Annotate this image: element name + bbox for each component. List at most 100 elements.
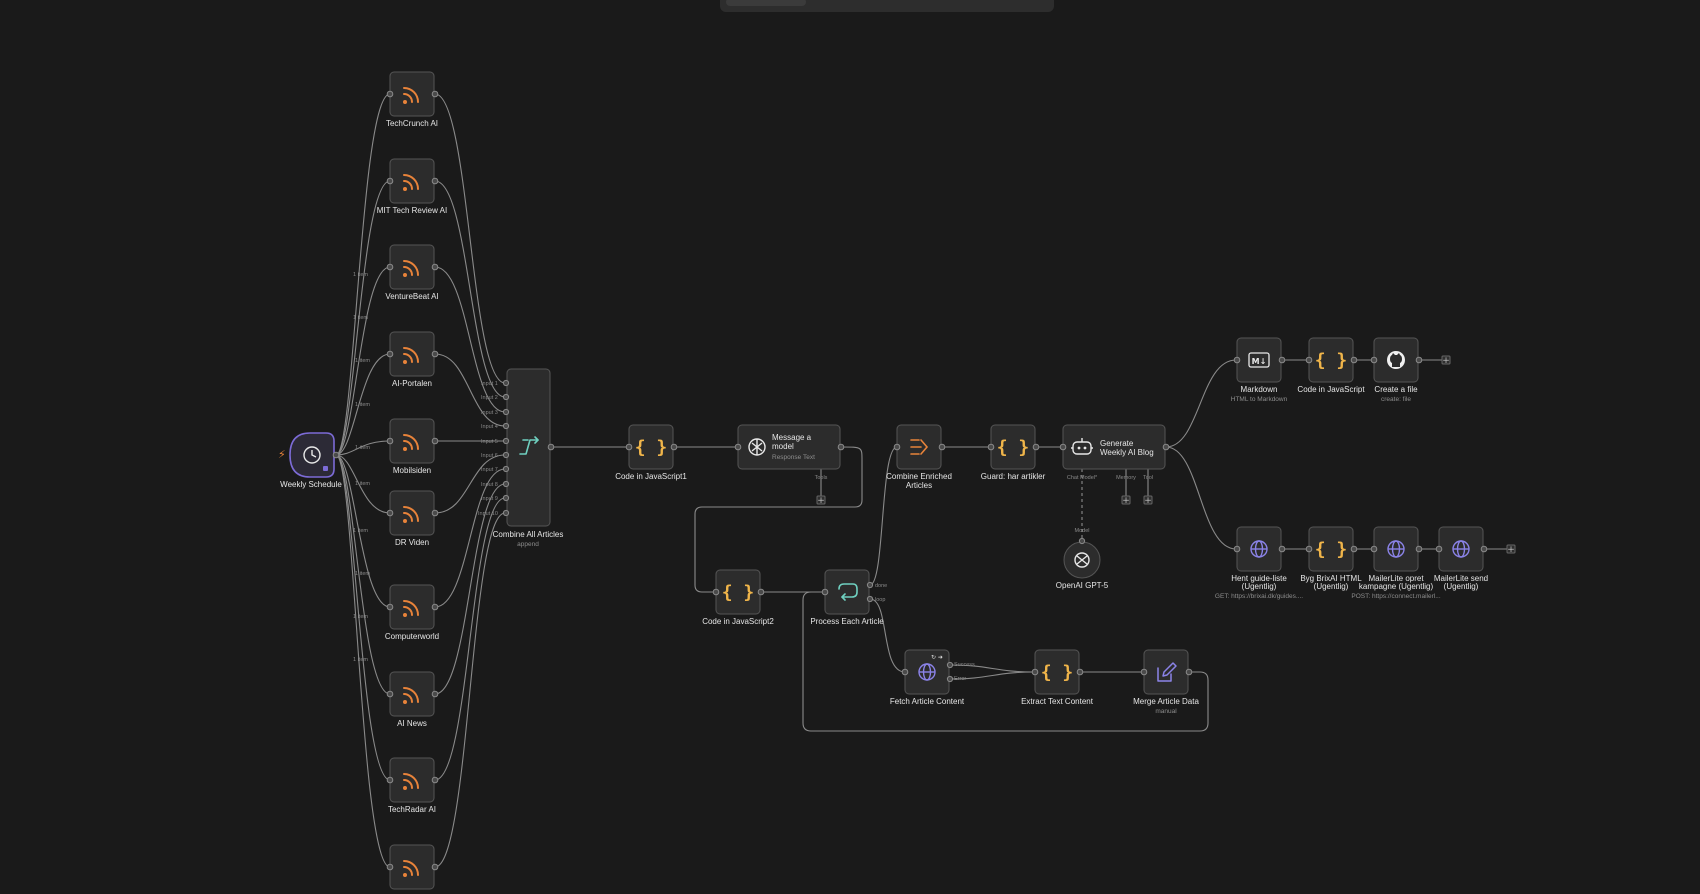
node-guard-har-artikler[interactable]: { } Guard: har artikler xyxy=(981,424,1046,481)
node-extract-text-content[interactable]: { } Extract Text Content xyxy=(1021,649,1094,706)
input-label: Input 10 xyxy=(478,511,498,517)
edge-model-label: Model xyxy=(1075,528,1090,534)
edge-item-label: 1 item xyxy=(355,445,370,451)
node-sublabel: HTML to Markdown xyxy=(1231,396,1288,403)
add-memory-button[interactable]: + xyxy=(1121,495,1131,506)
input-label: Input 2 xyxy=(481,395,498,401)
node-label: MIT Tech Review AI xyxy=(377,206,447,215)
node-feed-ai-news[interactable]: AI News xyxy=(386,671,439,728)
node-label: TechRadar AI xyxy=(388,805,436,814)
node-feed-techcrunch[interactable]: TechCrunch AI xyxy=(386,71,439,128)
input-label: Input 1 xyxy=(481,381,498,387)
node-label: AI News xyxy=(397,719,427,728)
input-label: Input 8 xyxy=(481,482,498,488)
node-label: Computerworld xyxy=(385,632,439,641)
node-label: TechCrunch AI xyxy=(386,119,438,128)
plus-icon: + xyxy=(1507,545,1515,555)
node-label: Code in JavaScript xyxy=(1297,385,1365,394)
port-label: Memory xyxy=(1116,475,1136,481)
edge-item-label: 1 item xyxy=(353,657,368,663)
node-label: Create a file xyxy=(1374,385,1418,394)
node-feed-venturebeat[interactable]: VentureBeat AI xyxy=(385,244,439,301)
edge-item-label: 1 item xyxy=(355,402,370,408)
rss-feeds: TechCrunch AI MIT Tech Review AI Venture… xyxy=(377,71,447,890)
node-label: (Ugentlig) xyxy=(1314,582,1349,591)
node-mailerlite-opret-kampagne[interactable]: MailerLite opret kampagne (Ugentlig) POS… xyxy=(1351,526,1441,600)
node-label: Code in JavaScript1 xyxy=(615,472,687,481)
node-openai-gpt5[interactable]: OpenAI GPT-5 xyxy=(1056,537,1109,590)
merge-inputs: Input 1 Input 2 Input 3 Input 4 Input 5 … xyxy=(478,379,510,517)
node-markdown[interactable]: M↓ Markdown HTML to Markdown xyxy=(1231,337,1288,403)
node-label: (Ugentlig) xyxy=(1242,582,1277,591)
port-label: Tool xyxy=(1143,475,1153,481)
add-node-button[interactable]: + xyxy=(1441,355,1451,366)
node-label: AI-Portalen xyxy=(392,379,432,388)
node-feed-mobilsiden[interactable]: Mobilsiden xyxy=(386,418,439,475)
edge-item-label: 1 item xyxy=(353,528,368,534)
trigger-bolt-icon: ⚡ xyxy=(278,448,286,461)
edge-item-label: 1 item xyxy=(353,614,368,620)
node-generate-weekly-ai-blog[interactable]: Generate Weekly AI Blog Chat Model* Memo… xyxy=(1059,424,1170,481)
node-sublabel: manual xyxy=(1155,708,1177,715)
add-tool-button[interactable]: + xyxy=(1143,495,1153,506)
node-label: Process Each Article xyxy=(810,617,884,626)
input-label: Input 6 xyxy=(481,453,498,459)
node-label: DR Viden xyxy=(395,538,429,547)
code-braces-icon: { } xyxy=(1041,662,1074,683)
node-process-each-article[interactable]: done loop Process Each Article xyxy=(810,569,887,626)
node-label: Weekly Schedule xyxy=(280,480,342,489)
plus-icon: + xyxy=(1442,356,1450,366)
node-label: Combine All Articles xyxy=(493,530,564,539)
node-feed-ai-portalen[interactable]: AI-Portalen xyxy=(386,331,439,388)
port-label: Chat Model* xyxy=(1067,475,1098,481)
node-combine-all-articles[interactable]: Input 1 Input 2 Input 3 Input 4 Input 5 … xyxy=(478,368,564,548)
node-weekly-schedule[interactable]: ⚡ Weekly Schedule xyxy=(278,432,342,489)
node-feed-last[interactable] xyxy=(386,844,439,890)
add-node-button[interactable]: + xyxy=(1506,544,1516,555)
add-tool-button[interactable]: + xyxy=(816,495,826,506)
node-message-a-model[interactable]: Message a model Response Text Tools xyxy=(734,424,845,481)
node-sublabel: create: file xyxy=(1381,396,1411,403)
code-braces-icon: { } xyxy=(1315,539,1348,560)
node-create-a-file[interactable]: Create a file create: file xyxy=(1370,337,1423,403)
input-label: Input 4 xyxy=(481,424,498,430)
node-label: Fetch Article Content xyxy=(890,697,965,706)
code-braces-icon: { } xyxy=(997,437,1030,458)
node-label: OpenAI GPT-5 xyxy=(1056,581,1109,590)
node-feed-computerworld[interactable]: Computerworld xyxy=(385,584,439,641)
node-label: Weekly AI Blog xyxy=(1100,448,1154,457)
node-feed-dr-viden[interactable]: DR Viden xyxy=(386,490,439,547)
node-fetch-article-content[interactable]: ↻ ➜ Success Error Fetch Article Content xyxy=(890,649,975,706)
svg-text:M↓: M↓ xyxy=(1252,357,1267,366)
node-hent-guide-liste[interactable]: Hent guide-liste (Ugentlig) GET: https:/… xyxy=(1215,526,1303,600)
node-merge-article-data[interactable]: Merge Article Data manual xyxy=(1133,649,1199,715)
workflow-canvas[interactable]: 1 item 1 item 1 item 1 item 1 item 1 ite… xyxy=(0,0,1700,894)
node-label: Merge Article Data xyxy=(1133,697,1199,706)
node-code-in-javascript1[interactable]: { } Code in JavaScript1 xyxy=(615,424,687,481)
node-code-in-javascript[interactable]: { } Code in JavaScript xyxy=(1297,337,1365,394)
input-label: Input 9 xyxy=(481,496,498,502)
node-label: Extract Text Content xyxy=(1021,697,1094,706)
input-label: Input 5 xyxy=(481,439,498,445)
github-icon xyxy=(1387,351,1405,369)
node-label: Message a xyxy=(772,433,812,442)
node-label: model xyxy=(772,442,794,451)
retry-icon: ↻ ➜ xyxy=(931,654,943,661)
node-label: Combine Enriched xyxy=(886,472,952,481)
node-combine-enriched-articles[interactable]: Combine Enriched Articles xyxy=(886,424,952,490)
edge-item-label: 1 item xyxy=(355,481,370,487)
output-label: done xyxy=(875,583,887,589)
node-label: Markdown xyxy=(1241,385,1278,394)
node-label: VentureBeat AI xyxy=(385,292,438,301)
edge-labels: 1 item 1 item 1 item 1 item 1 item 1 ite… xyxy=(353,272,370,663)
node-feed-mit[interactable]: MIT Tech Review AI xyxy=(377,158,447,215)
node-sublabel: POST: https://connect.mailerl... xyxy=(1351,593,1440,600)
node-sublabel: Response Text xyxy=(772,454,815,461)
node-mailerlite-send[interactable]: MailerLite send (Ugentlig) xyxy=(1434,526,1488,591)
code-braces-icon: { } xyxy=(635,437,668,458)
edge-item-label: 1 item xyxy=(353,315,368,321)
node-feed-techradar[interactable]: TechRadar AI xyxy=(386,757,439,814)
node-label: Guard: har artikler xyxy=(981,472,1046,481)
node-byg-brixai-html[interactable]: { } Byg BrixAI HTML (Ugentlig) xyxy=(1300,526,1362,591)
node-code-in-javascript2[interactable]: { } Code in JavaScript2 xyxy=(702,569,774,626)
